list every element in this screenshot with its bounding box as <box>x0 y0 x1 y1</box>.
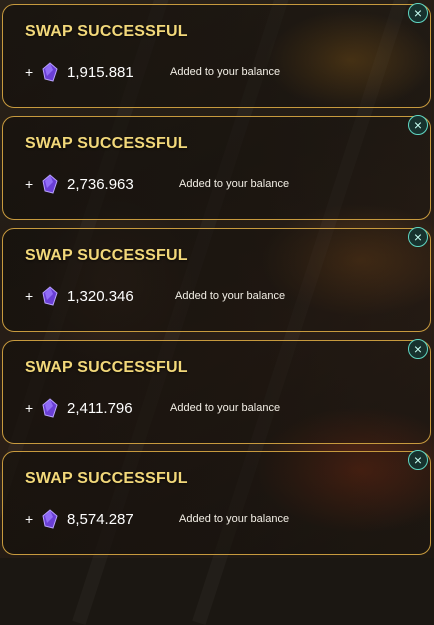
purple-gem-icon <box>42 398 58 418</box>
balance-message: Added to your balance <box>175 290 286 302</box>
close-icon[interactable]: × <box>408 339 428 359</box>
balance-message: Added to your balance <box>179 513 290 525</box>
balance-row: + 2,736.963 Added to your balance <box>25 173 289 195</box>
balance-message: Added to your balance <box>170 402 281 414</box>
swap-amount: 8,574.287 <box>67 510 134 528</box>
purple-gem-icon <box>42 509 58 529</box>
swap-amount: 1,915.881 <box>67 63 134 81</box>
swap-amount: 1,320.346 <box>67 287 134 305</box>
notification-title: SWAP SUCCESSFUL <box>25 23 188 40</box>
balance-row: + 1,915.881 Added to your balance <box>25 61 280 83</box>
notification-title: SWAP SUCCESSFUL <box>25 135 188 152</box>
balance-message: Added to your balance <box>170 66 281 78</box>
close-icon[interactable]: × <box>408 3 428 23</box>
balance-row: + 8,574.287 Added to your balance <box>25 508 289 530</box>
balance-row: + 2,411.796 Added to your balance <box>25 397 280 419</box>
swap-notification: SWAP SUCCESSFUL + 1,915.881 Added to you… <box>2 3 431 108</box>
plus-sign: + <box>25 176 34 192</box>
close-icon[interactable]: × <box>408 115 428 135</box>
close-icon[interactable]: × <box>408 227 428 247</box>
close-icon[interactable]: × <box>408 450 428 470</box>
notification-title: SWAP SUCCESSFUL <box>25 359 188 376</box>
swap-notification: SWAP SUCCESSFUL + 2,736.963 Added to you… <box>2 115 431 220</box>
notification-title: SWAP SUCCESSFUL <box>25 470 188 487</box>
purple-gem-icon <box>42 62 58 82</box>
purple-gem-icon <box>42 286 58 306</box>
balance-message: Added to your balance <box>179 178 290 190</box>
swap-notification: SWAP SUCCESSFUL + 8,574.287 Added to you… <box>2 450 431 555</box>
balance-row: + 1,320.346 Added to your balance <box>25 285 285 307</box>
plus-sign: + <box>25 288 34 304</box>
purple-gem-icon <box>42 174 58 194</box>
plus-sign: + <box>25 64 34 80</box>
swap-amount: 2,736.963 <box>67 175 134 193</box>
swap-notification: SWAP SUCCESSFUL + 2,411.796 Added to you… <box>2 339 431 444</box>
plus-sign: + <box>25 400 34 416</box>
swap-notification: SWAP SUCCESSFUL + 1,320.346 Added to you… <box>2 227 431 332</box>
swap-amount: 2,411.796 <box>67 399 133 417</box>
notification-title: SWAP SUCCESSFUL <box>25 247 188 264</box>
plus-sign: + <box>25 511 34 527</box>
